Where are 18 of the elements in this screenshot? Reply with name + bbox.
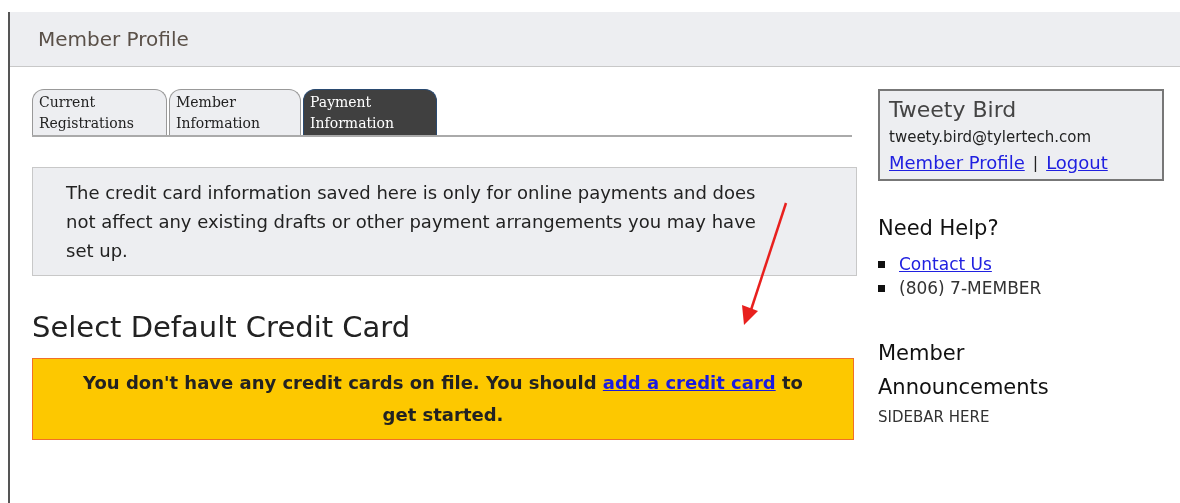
user-email: tweety.bird@tylertech.com: [889, 128, 1093, 146]
logout-link[interactable]: Logout: [1046, 152, 1108, 173]
profile-link[interactable]: Member Profile: [889, 152, 1025, 173]
info-note: The credit card information saved here is only for online payments and does not affect any existing drafts or other payment arrangements you may have set up.: [32, 167, 857, 276]
page-title: Member Profile: [38, 27, 189, 51]
tab[interactable]: Current Registrations: [32, 89, 167, 135]
tab[interactable]: Member Information: [169, 89, 301, 135]
separator: |: [1032, 153, 1039, 172]
notice-text: You don't have any credit cards on file. You should add a credit card to get started.: [83, 372, 803, 425]
section-title: Select Default Credit Card: [32, 310, 412, 344]
add-card-link[interactable]: add a credit card: [602, 372, 776, 393]
announcements-title: Member Announcements: [878, 340, 1050, 401]
phone-number: (806) 7-MEMBER: [899, 278, 1042, 298]
contact-link[interactable]: Contact Us: [899, 254, 992, 274]
user-name: Tweety Bird: [889, 97, 1018, 122]
announcements-text: SIDEBAR HERE: [878, 408, 991, 426]
help-title: Need Help?: [878, 216, 1000, 240]
tab[interactable]: Payment Information: [303, 89, 437, 135]
